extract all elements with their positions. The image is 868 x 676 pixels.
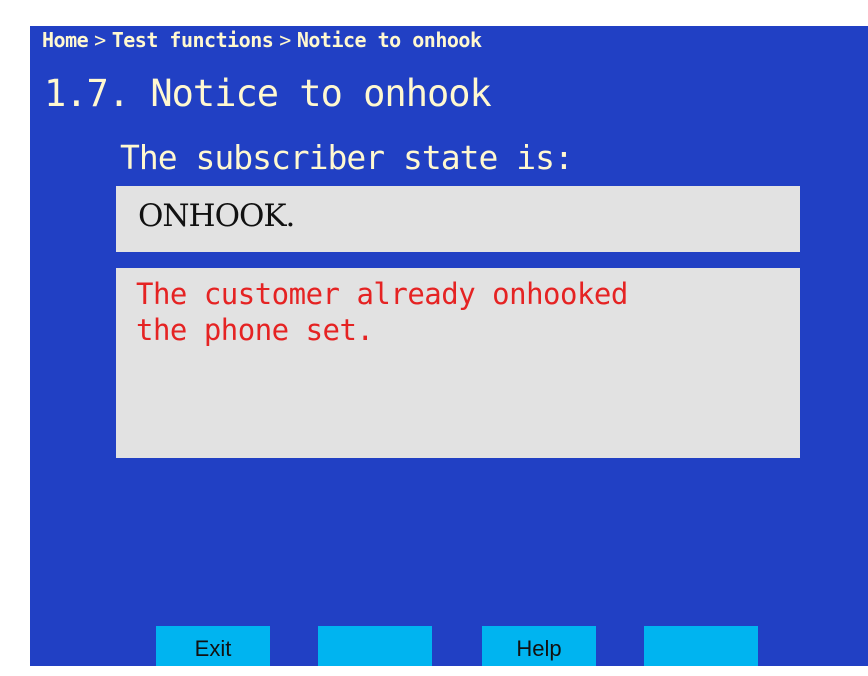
breadcrumb: Home > Test functions > Notice to onhook — [42, 28, 482, 52]
breadcrumb-home[interactable]: Home — [42, 28, 89, 52]
breadcrumb-separator: > — [94, 28, 106, 52]
status-message-line: The customer already onhooked — [136, 277, 628, 311]
status-message-panel: The customer already onhooked the phone … — [116, 268, 800, 458]
softkey-bar: Exit Help — [30, 626, 868, 666]
page-title: 1.7. Notice to onhook — [44, 72, 492, 115]
status-message-line: the phone set. — [136, 313, 374, 347]
blank-softkey-2[interactable] — [318, 626, 432, 666]
subscriber-state-value: ONHOOK. — [116, 186, 800, 252]
breadcrumb-current: Notice to onhook — [296, 28, 482, 52]
breadcrumb-separator: > — [279, 28, 291, 52]
subscriber-state-label: The subscriber state is: — [120, 138, 574, 177]
device-screen: Home > Test functions > Notice to onhook 1.7… — [30, 26, 868, 666]
breadcrumb-test-functions[interactable]: Test functions — [112, 28, 274, 52]
help-softkey[interactable]: Help — [482, 626, 596, 666]
blank-softkey-4[interactable] — [644, 626, 758, 666]
exit-softkey[interactable]: Exit — [156, 626, 270, 666]
